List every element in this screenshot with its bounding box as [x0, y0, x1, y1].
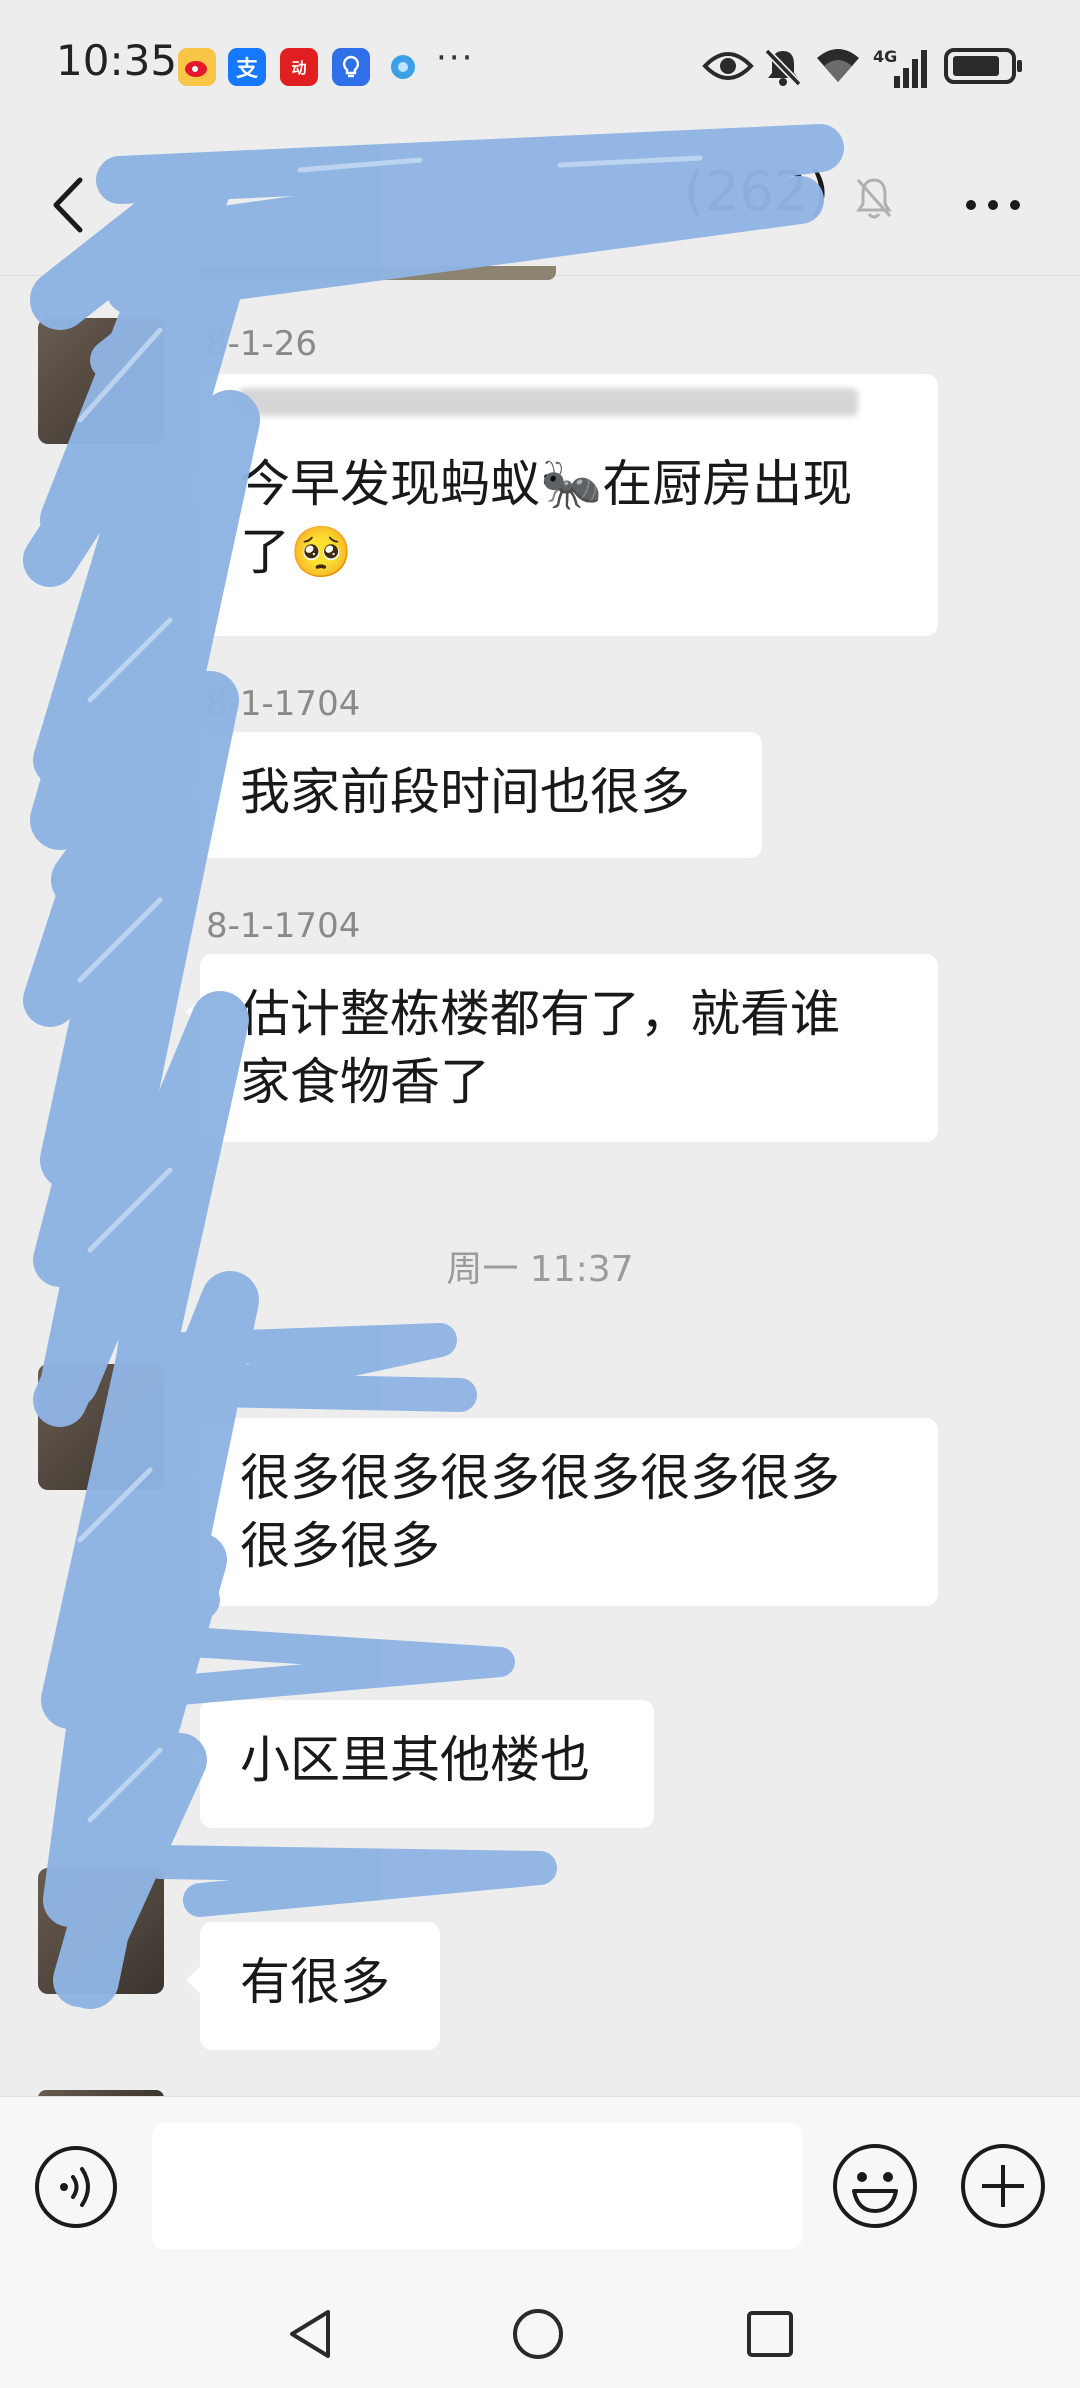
network-type-label: 4G — [873, 47, 897, 66]
alipay-icon: 支 — [228, 48, 266, 86]
muted-bell-icon — [856, 178, 892, 219]
nav-recents-button[interactable] — [742, 2306, 798, 2362]
browser-app-icon — [384, 48, 422, 86]
emoji-button[interactable] — [830, 2141, 920, 2231]
chat-header: (262) — [0, 130, 1080, 276]
time-divider: 周一 11:37 — [446, 1249, 634, 1290]
message-bubble[interactable]: 有很多 — [186, 1922, 440, 2050]
message-bubble[interactable]: 小区里其他楼也 — [186, 1700, 654, 1828]
eye-comfort-icon — [702, 52, 754, 80]
battery-icon — [944, 48, 1022, 84]
status-bar: 10:35 支 动 ··· 4G — [0, 0, 1080, 130]
input-bar — [0, 2096, 1080, 2277]
avatar[interactable] — [38, 1364, 164, 1490]
cellular-signal-icon: 4G — [873, 47, 927, 88]
avatar[interactable] — [38, 1868, 164, 1994]
more-dots-icon — [966, 200, 1020, 210]
message-bubble[interactable]: 估计整栋楼都有了，就看谁 家食物香了 — [186, 954, 938, 1142]
more-options-button[interactable] — [958, 170, 1028, 240]
avatar[interactable] — [38, 318, 164, 444]
back-button[interactable] — [40, 170, 100, 240]
more-notifications-indicator: ··· — [436, 38, 475, 78]
sender-name: 8-1-1704 — [206, 684, 361, 724]
message-bubble[interactable]: 很多很多很多很多很多很多 很多很多 — [186, 1418, 938, 1606]
do-not-disturb-icon — [764, 48, 802, 87]
chat-member-count: (262) — [684, 160, 830, 223]
message-input[interactable] — [152, 2123, 802, 2249]
status-time: 10:35 — [56, 36, 178, 85]
more-functions-button[interactable] — [958, 2141, 1048, 2231]
weibo-icon — [178, 48, 216, 86]
sender-name: 8-1-26 — [206, 324, 318, 364]
wifi-icon — [817, 49, 859, 82]
sender-name: 8-1-1704 — [206, 906, 361, 946]
bulb-app-icon — [332, 48, 370, 86]
partial-image-message[interactable] — [200, 266, 556, 280]
chat-title: (262) — [118, 160, 829, 223]
quoted-text-blurred — [200, 374, 938, 430]
system-navigation-bar — [0, 2276, 1080, 2388]
message-bubble[interactable]: 今早发现蚂蚁🐜在厨房出现 了🥺 — [186, 430, 938, 636]
shopping-app-icon: 动 — [280, 48, 318, 86]
voice-input-button[interactable] — [32, 2143, 120, 2231]
nav-back-button[interactable] — [282, 2306, 338, 2362]
message-bubble[interactable]: 我家前段时间也很多 — [186, 732, 762, 858]
nav-home-button[interactable] — [510, 2306, 566, 2362]
